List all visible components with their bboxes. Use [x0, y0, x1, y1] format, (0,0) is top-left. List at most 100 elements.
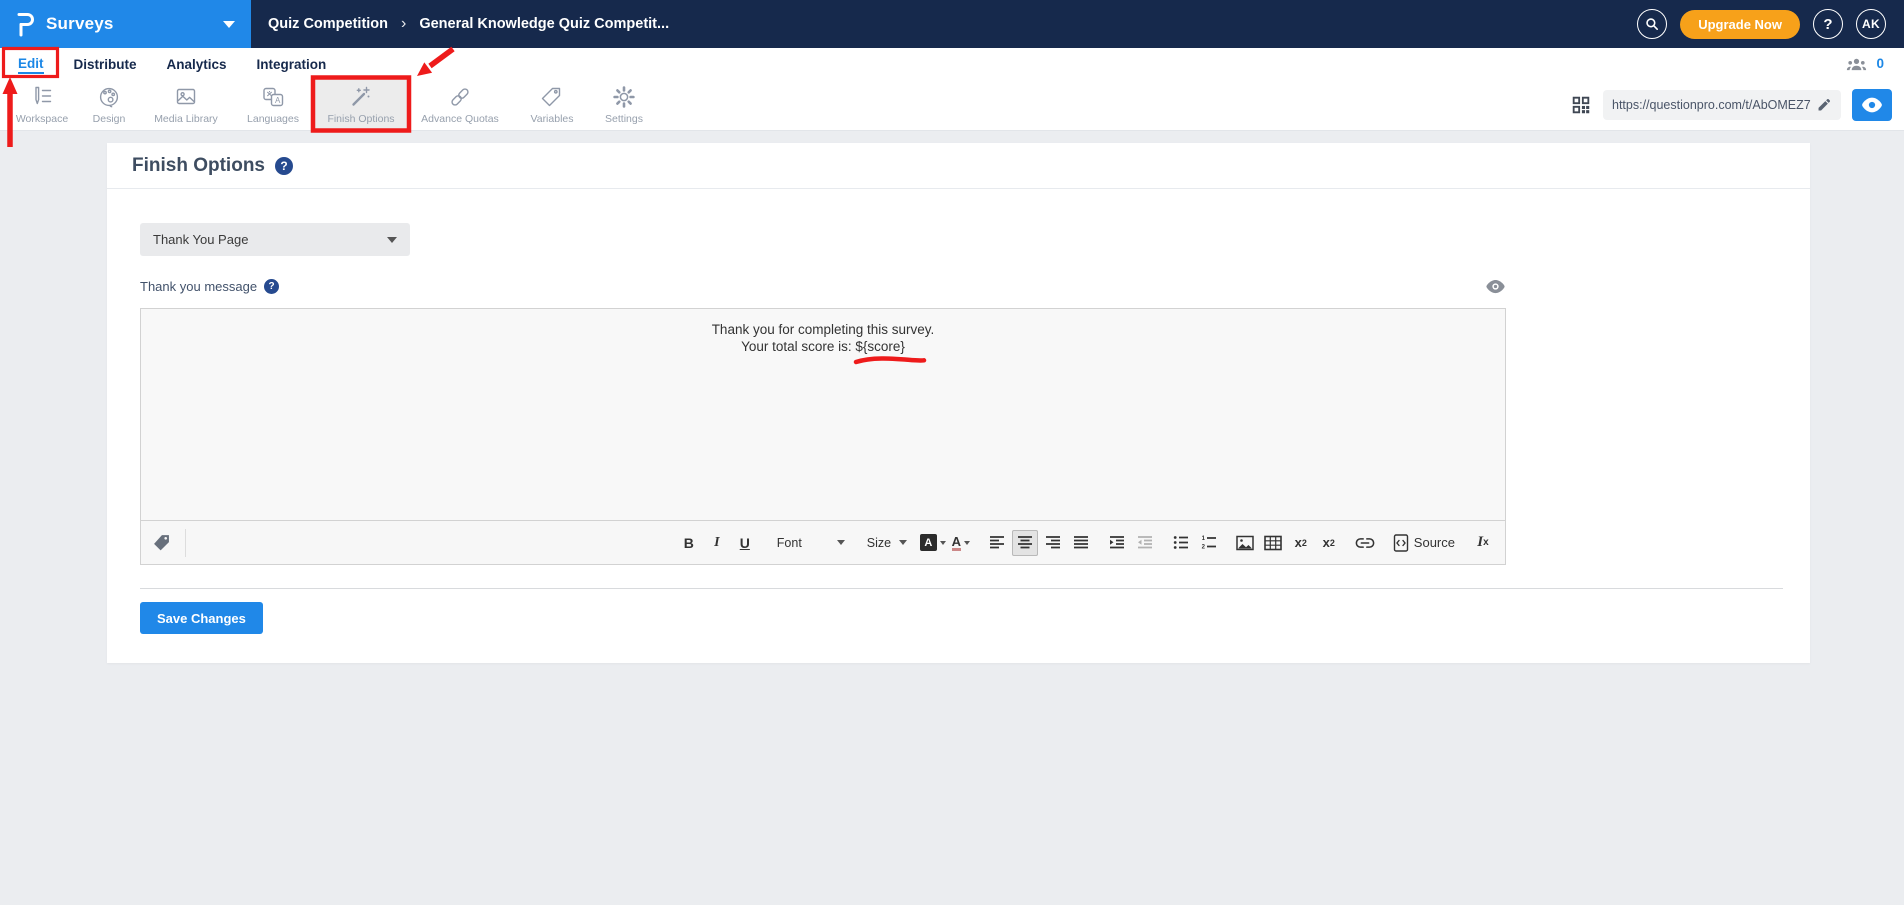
align-justify-icon [1073, 535, 1089, 550]
toolbar-item-label: Advance Quotas [421, 113, 499, 125]
bold-button[interactable]: B [676, 530, 702, 556]
insert-table-button[interactable] [1260, 530, 1286, 556]
edit-section-toolbar: Workspace Design Media Library A Languag… [0, 79, 1904, 131]
outdent-button[interactable] [1132, 530, 1158, 556]
toolbar-item-languages[interactable]: A Languages [232, 79, 314, 130]
preview-survey-button[interactable] [1852, 89, 1892, 121]
table-icon [1264, 535, 1282, 551]
edit-url-pencil-icon[interactable] [1816, 97, 1832, 113]
bulleted-list-button[interactable] [1168, 530, 1194, 556]
insert-image-button[interactable] [1232, 530, 1258, 556]
settings-gear-icon [611, 84, 637, 110]
toolbar-item-media-library[interactable]: Media Library [140, 79, 232, 130]
chevron-down-icon[interactable] [223, 21, 235, 28]
thank-you-message-row: Thank you message ? [140, 279, 1506, 294]
variables-tag-icon [539, 84, 565, 110]
people-icon [1846, 56, 1867, 72]
divider [140, 588, 1783, 589]
align-right-button[interactable] [1040, 530, 1066, 556]
align-center-button[interactable] [1012, 530, 1038, 556]
collaborators-count: 0 [1876, 56, 1884, 71]
insert-link-button[interactable] [1352, 530, 1378, 556]
tag-icon [151, 532, 172, 553]
toolbar-item-settings[interactable]: Settings [592, 79, 656, 130]
align-center-icon [1017, 535, 1033, 550]
tab-analytics[interactable]: Analytics [167, 55, 227, 72]
survey-nav-tabs: Edit Distribute Analytics Integration 0 [0, 48, 1904, 79]
insert-variable-tag-button[interactable] [151, 532, 172, 553]
search-button[interactable] [1637, 9, 1667, 39]
upgrade-now-button[interactable]: Upgrade Now [1680, 10, 1800, 39]
panel-body: Thank You Page Thank you message ? Thank… [107, 223, 1810, 663]
chevron-down-icon [899, 540, 907, 545]
toolbar-item-label: Media Library [154, 113, 218, 125]
message-preview-toggle[interactable] [1485, 279, 1506, 294]
brand-surveys-menu[interactable]: Surveys [0, 0, 251, 48]
size-dropdown[interactable]: Size [861, 530, 911, 556]
toolbar-item-variables[interactable]: Variables [512, 79, 592, 130]
subscript-button[interactable]: x2 [1288, 530, 1314, 556]
indent-button[interactable] [1104, 530, 1130, 556]
chevron-down-icon [837, 540, 845, 545]
svg-text:1: 1 [1201, 536, 1205, 542]
page-title: Finish Options [132, 155, 265, 177]
source-document-icon [1393, 534, 1409, 552]
message-line-1: Thank you for completing this survey. [141, 321, 1505, 338]
editor-content[interactable]: Thank you for completing this survey. Yo… [141, 309, 1505, 520]
media-library-icon [173, 84, 199, 110]
finish-options-wand-icon [348, 84, 374, 110]
svg-text:A: A [275, 96, 281, 105]
collaborators-indicator[interactable]: 0 [1846, 56, 1904, 72]
underline-button[interactable]: U [732, 530, 758, 556]
help-icon[interactable]: ? [264, 279, 279, 294]
search-icon [1644, 16, 1660, 32]
align-right-icon [1045, 535, 1061, 550]
finish-type-dropdown[interactable]: Thank You Page [140, 223, 410, 256]
content-area: Finish Options ? Thank You Page Thank yo… [0, 131, 1904, 663]
survey-url-input[interactable] [1612, 98, 1816, 112]
svg-text:2: 2 [1201, 545, 1205, 551]
source-button[interactable]: Source [1388, 530, 1460, 556]
toolbar-item-workspace[interactable]: Workspace [6, 79, 78, 130]
background-color-button[interactable]: A [920, 530, 946, 556]
toolbar-item-design[interactable]: Design [78, 79, 140, 130]
italic-button[interactable]: I [704, 530, 730, 556]
product-name: Surveys [46, 14, 114, 34]
align-justify-button[interactable] [1068, 530, 1094, 556]
toolbar-item-label: Variables [531, 113, 574, 125]
remove-format-button[interactable]: Ix [1470, 530, 1496, 556]
chevron-down-icon [940, 541, 946, 545]
size-dropdown-label: Size [867, 536, 891, 550]
toolbar-item-finish-options[interactable]: Finish Options [314, 79, 408, 130]
help-icon[interactable]: ? [275, 157, 293, 175]
thank-you-message-label: Thank you message [140, 279, 257, 294]
advance-quotas-link-icon [447, 84, 473, 110]
toolbar-item-label: Workspace [16, 113, 68, 125]
qr-code-icon[interactable] [1570, 94, 1592, 116]
link-icon [1355, 537, 1375, 549]
tab-integration[interactable]: Integration [257, 55, 327, 72]
tab-distribute[interactable]: Distribute [74, 55, 137, 72]
text-color-button[interactable]: A [948, 530, 974, 556]
chevron-down-icon [387, 237, 397, 243]
superscript-button[interactable]: x2 [1316, 530, 1342, 556]
avatar[interactable]: AK [1856, 9, 1886, 39]
source-label: Source [1414, 535, 1455, 550]
save-changes-button[interactable]: Save Changes [140, 602, 263, 634]
tab-edit[interactable]: Edit [18, 54, 44, 74]
breadcrumb-current: General Knowledge Quiz Competit... [419, 16, 669, 32]
breadcrumb: Quiz Competition › General Knowledge Qui… [251, 0, 669, 48]
breadcrumb-parent[interactable]: Quiz Competition [268, 16, 388, 32]
top-bar: Surveys Quiz Competition › General Knowl… [0, 0, 1904, 48]
help-button[interactable]: ? [1813, 9, 1843, 39]
text-color-letter: A [952, 535, 961, 551]
panel-header: Finish Options ? [107, 143, 1810, 189]
image-icon [1236, 535, 1254, 551]
chevron-down-icon [964, 541, 970, 545]
eye-icon [1485, 279, 1506, 294]
font-dropdown[interactable]: Font [771, 530, 851, 556]
align-left-button[interactable] [984, 530, 1010, 556]
toolbar-item-label: Languages [247, 113, 299, 125]
numbered-list-button[interactable]: 1 2 [1196, 530, 1222, 556]
toolbar-item-advance-quotas[interactable]: Advance Quotas [408, 79, 512, 130]
